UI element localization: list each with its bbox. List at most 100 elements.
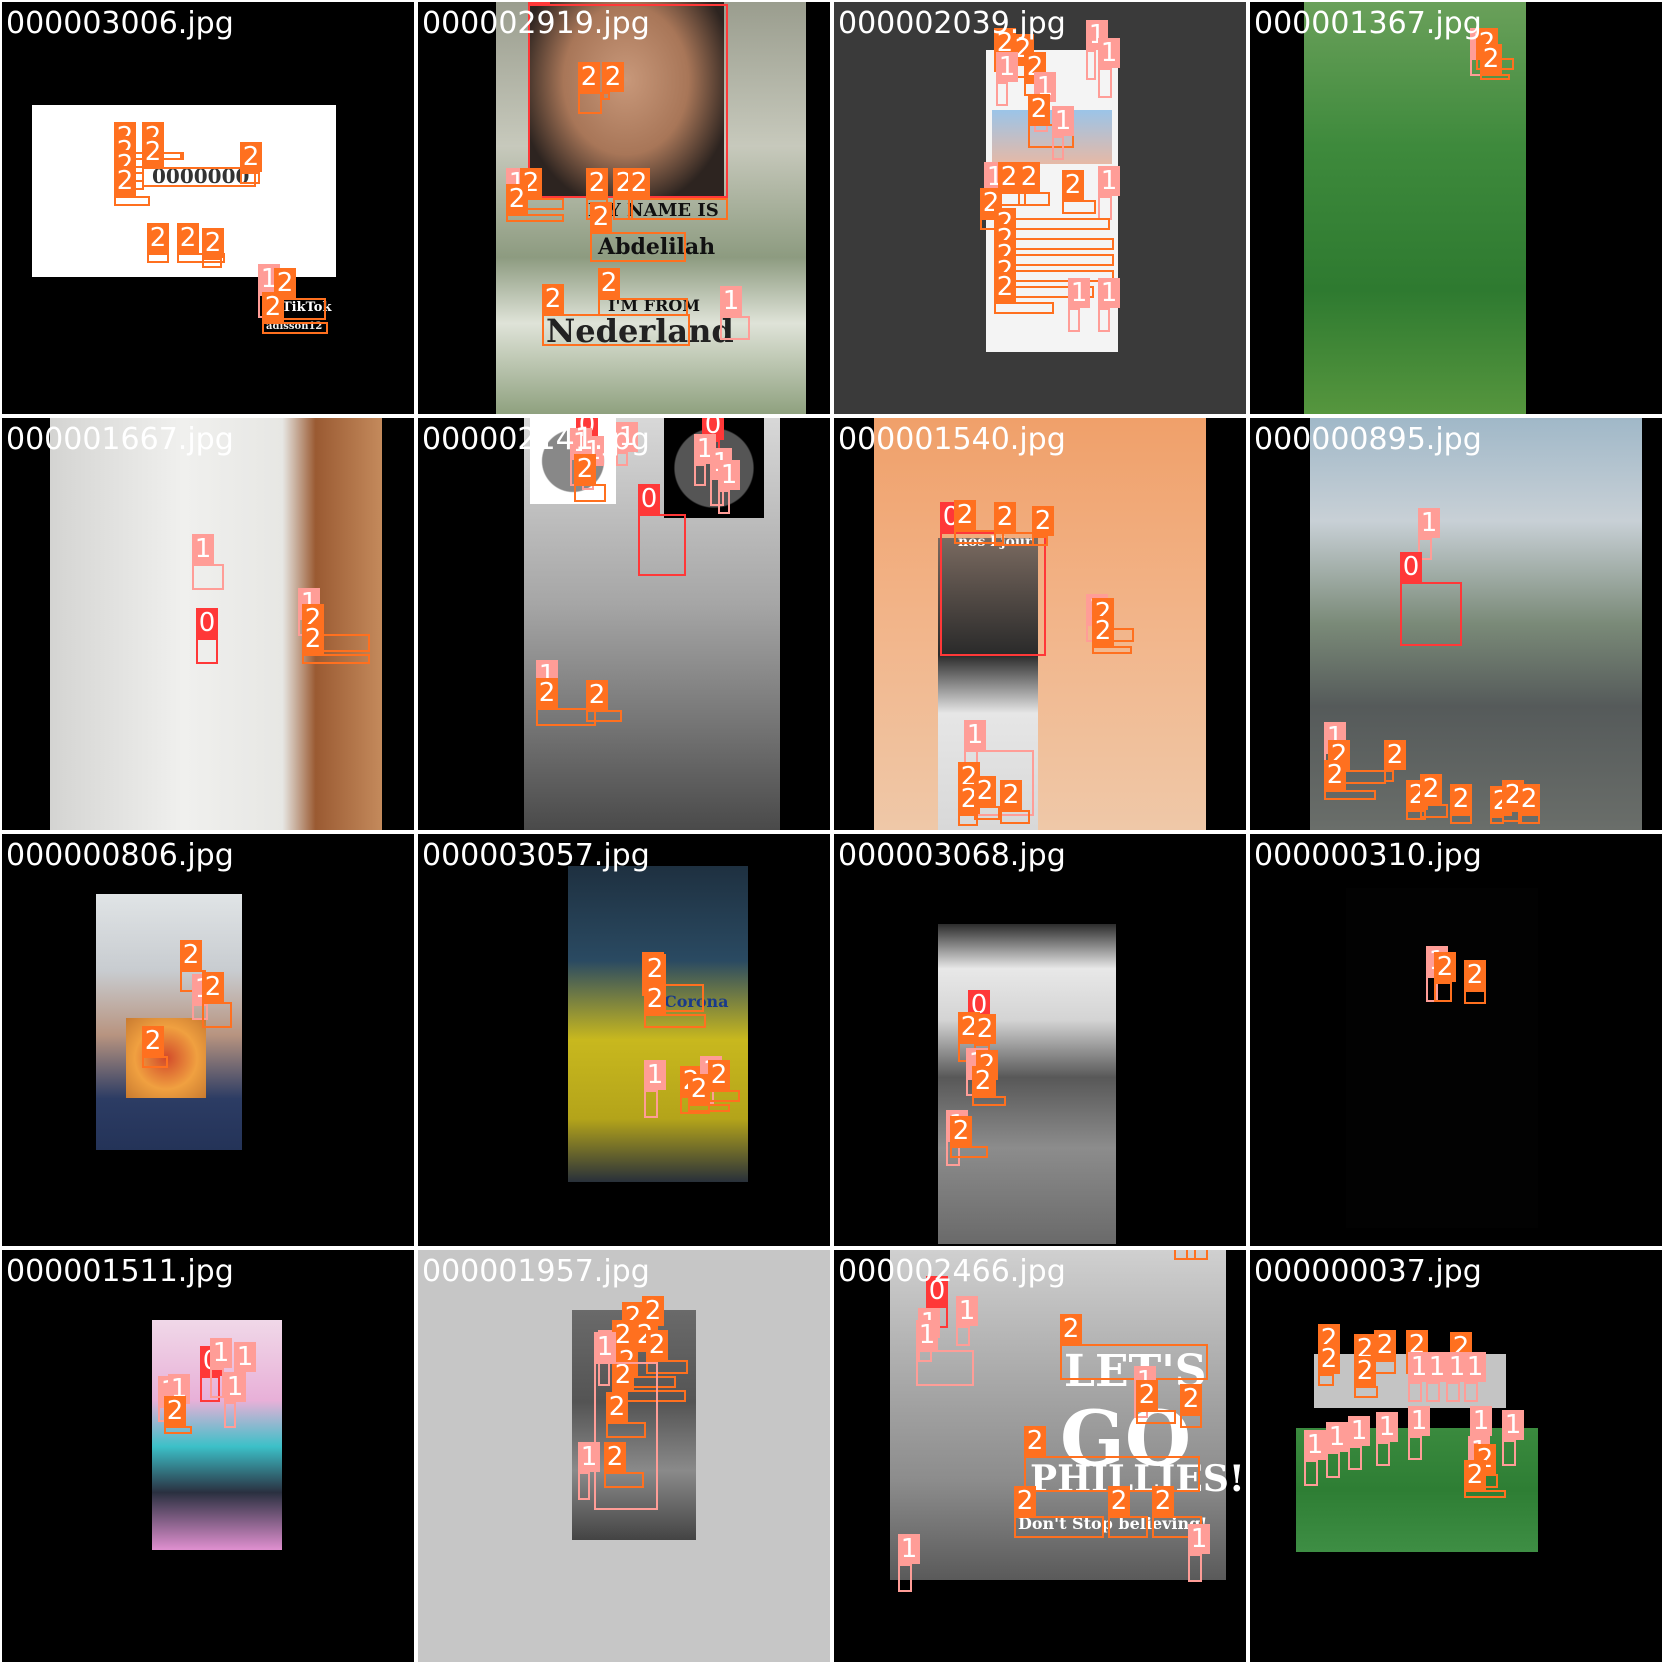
class-label: 0 xyxy=(1400,552,1422,582)
detection-box-class-1: 1 xyxy=(916,1320,974,1386)
class-label: 1 xyxy=(192,534,214,564)
detection-box-class-1: 1 xyxy=(1086,20,1108,80)
detection-box-class-1: 1 xyxy=(1464,1352,1486,1402)
tile-filename: 000001367.jpg xyxy=(1254,6,1482,41)
photo-region xyxy=(1346,888,1538,1228)
detection-box-class-1: 1 xyxy=(1098,38,1120,98)
mosaic-grid: 0000000TikTokadisson12222222222212200000… xyxy=(0,0,1664,1664)
tile-filename: 000001511.jpg xyxy=(6,1254,234,1289)
detection-box-class-1: 1 xyxy=(1426,1352,1448,1402)
detection-box-class-1: 1 xyxy=(224,1372,246,1428)
detection-box-class-2: 2 xyxy=(628,168,728,220)
class-label: 2 xyxy=(598,268,620,298)
detection-box-class-1: 1 xyxy=(1502,1410,1524,1466)
detection-box-class-1: 1 xyxy=(996,52,1018,106)
detection-box-class-2: 2 xyxy=(994,502,1034,546)
class-label: 2 xyxy=(1318,1344,1340,1374)
detection-box-class-2: 2 xyxy=(302,624,370,664)
class-label: 2 xyxy=(177,223,199,253)
detection-box-class-1: 1 xyxy=(1348,1416,1370,1470)
class-label: 2 xyxy=(240,142,262,172)
detection-box-class-2: 2 xyxy=(1108,1486,1148,1538)
detection-box-class-2: 2 xyxy=(578,62,602,114)
detection-box-class-1: 1 xyxy=(1376,1412,1398,1466)
class-label: 2 xyxy=(202,972,224,1002)
tile-filename: 000003057.jpg xyxy=(422,838,650,873)
class-label: 2 xyxy=(147,223,169,253)
class-label: 1 xyxy=(224,1372,246,1402)
tile-filename: 000000895.jpg xyxy=(1254,422,1482,457)
tile-filename: 000003006.jpg xyxy=(6,6,234,41)
tile-filename: 000001667.jpg xyxy=(6,422,234,457)
detection-box-class-2: 2 xyxy=(574,454,606,502)
detection-box-class-2: 2 xyxy=(164,1396,192,1434)
class-label: 2 xyxy=(1464,1460,1486,1490)
class-label: 1 xyxy=(720,286,742,316)
detection-box-class-2: 2 xyxy=(1434,952,1456,1002)
class-label: 2 xyxy=(974,776,996,806)
detection-box-class-1: 1 xyxy=(192,534,224,590)
class-label: 2 xyxy=(644,954,666,984)
tile-filename: 000001540.jpg xyxy=(838,422,1066,457)
detection-box-class-1: 1 xyxy=(210,1338,232,1398)
detection-box-class-0: 0 xyxy=(940,502,1046,656)
detection-box-class-2: 2 xyxy=(1180,1384,1202,1428)
class-label: 1 xyxy=(1418,508,1440,538)
image-tile: 2122000000806.jpg xyxy=(2,834,414,1246)
tile-filename: 000003068.jpg xyxy=(838,838,1066,873)
class-label: 2 xyxy=(994,502,1016,532)
detection-box-class-2: 2 xyxy=(1450,784,1472,824)
class-label: 1 xyxy=(578,1442,600,1472)
class-label: 2 xyxy=(142,1026,164,1056)
class-label: 1 xyxy=(1408,1406,1430,1436)
class-label: 1 xyxy=(1376,1412,1398,1442)
class-label: 2 xyxy=(708,1060,730,1090)
class-label: 2 xyxy=(1060,1314,1082,1344)
image-tile: 222222211111111111122000000037.jpg xyxy=(1250,1250,1662,1662)
detection-box-class-2: 2 xyxy=(202,972,232,1028)
detection-box-class-0: 0 xyxy=(196,608,218,664)
class-label: 2 xyxy=(1136,1380,1158,1410)
class-label: 1 xyxy=(1068,278,1090,308)
detection-box-class-2: 2 xyxy=(1186,1250,1208,1260)
tile-filename: 000002141.jpg xyxy=(422,422,650,457)
image-tile: 221222221221000001957.jpg xyxy=(418,1250,830,1662)
class-label: 2 xyxy=(628,168,650,198)
class-label: 1 xyxy=(1464,1352,1486,1382)
tile-filename: 000002466.jpg xyxy=(838,1254,1066,1289)
detection-box-class-1: 1 xyxy=(1188,1524,1210,1582)
class-label: 2 xyxy=(506,184,528,214)
class-label: 2 xyxy=(1384,740,1406,770)
class-label: 2 xyxy=(578,62,600,92)
class-label: 1 xyxy=(210,1338,232,1368)
class-label: 2 xyxy=(1028,94,1050,124)
class-label: 2 xyxy=(688,1074,710,1104)
class-label: 2 xyxy=(1518,784,1540,814)
class-label: 1 xyxy=(1470,1406,1492,1436)
detection-box-class-2: 2 xyxy=(602,62,624,100)
class-label: 2 xyxy=(590,202,612,232)
detection-box-class-2: 2 xyxy=(262,292,328,334)
tile-filename: 000002039.jpg xyxy=(838,6,1066,41)
detection-box-class-2: 2 xyxy=(586,680,622,722)
class-label: 2 xyxy=(1018,162,1040,192)
class-label: 2 xyxy=(1480,44,1502,74)
detection-box-class-1: 1 xyxy=(1408,1406,1430,1460)
class-label: 2 xyxy=(1374,1330,1396,1360)
detection-box-class-2: 2 xyxy=(1032,506,1054,546)
detection-box-class-1: 1 xyxy=(1098,166,1120,220)
class-label: 2 xyxy=(644,984,666,1014)
class-label: 2 xyxy=(180,940,202,970)
class-label: 2 xyxy=(1108,1486,1130,1516)
detection-box-class-2: 2 xyxy=(974,776,1000,820)
class-label: 2 xyxy=(202,228,224,258)
detection-box-class-2: 2 xyxy=(1000,780,1030,824)
detection-box-class-2: 2 xyxy=(1464,1460,1506,1498)
detection-box-class-2: 2 xyxy=(1464,960,1486,1004)
class-label: 2 xyxy=(1000,780,1022,810)
image-tile: 122000001367.jpg xyxy=(1250,2,1662,414)
class-label: 2 xyxy=(646,1330,668,1360)
class-label: 2 xyxy=(1450,784,1472,814)
class-label: 2 xyxy=(262,292,284,322)
detection-box-class-0: 0 xyxy=(638,484,686,576)
